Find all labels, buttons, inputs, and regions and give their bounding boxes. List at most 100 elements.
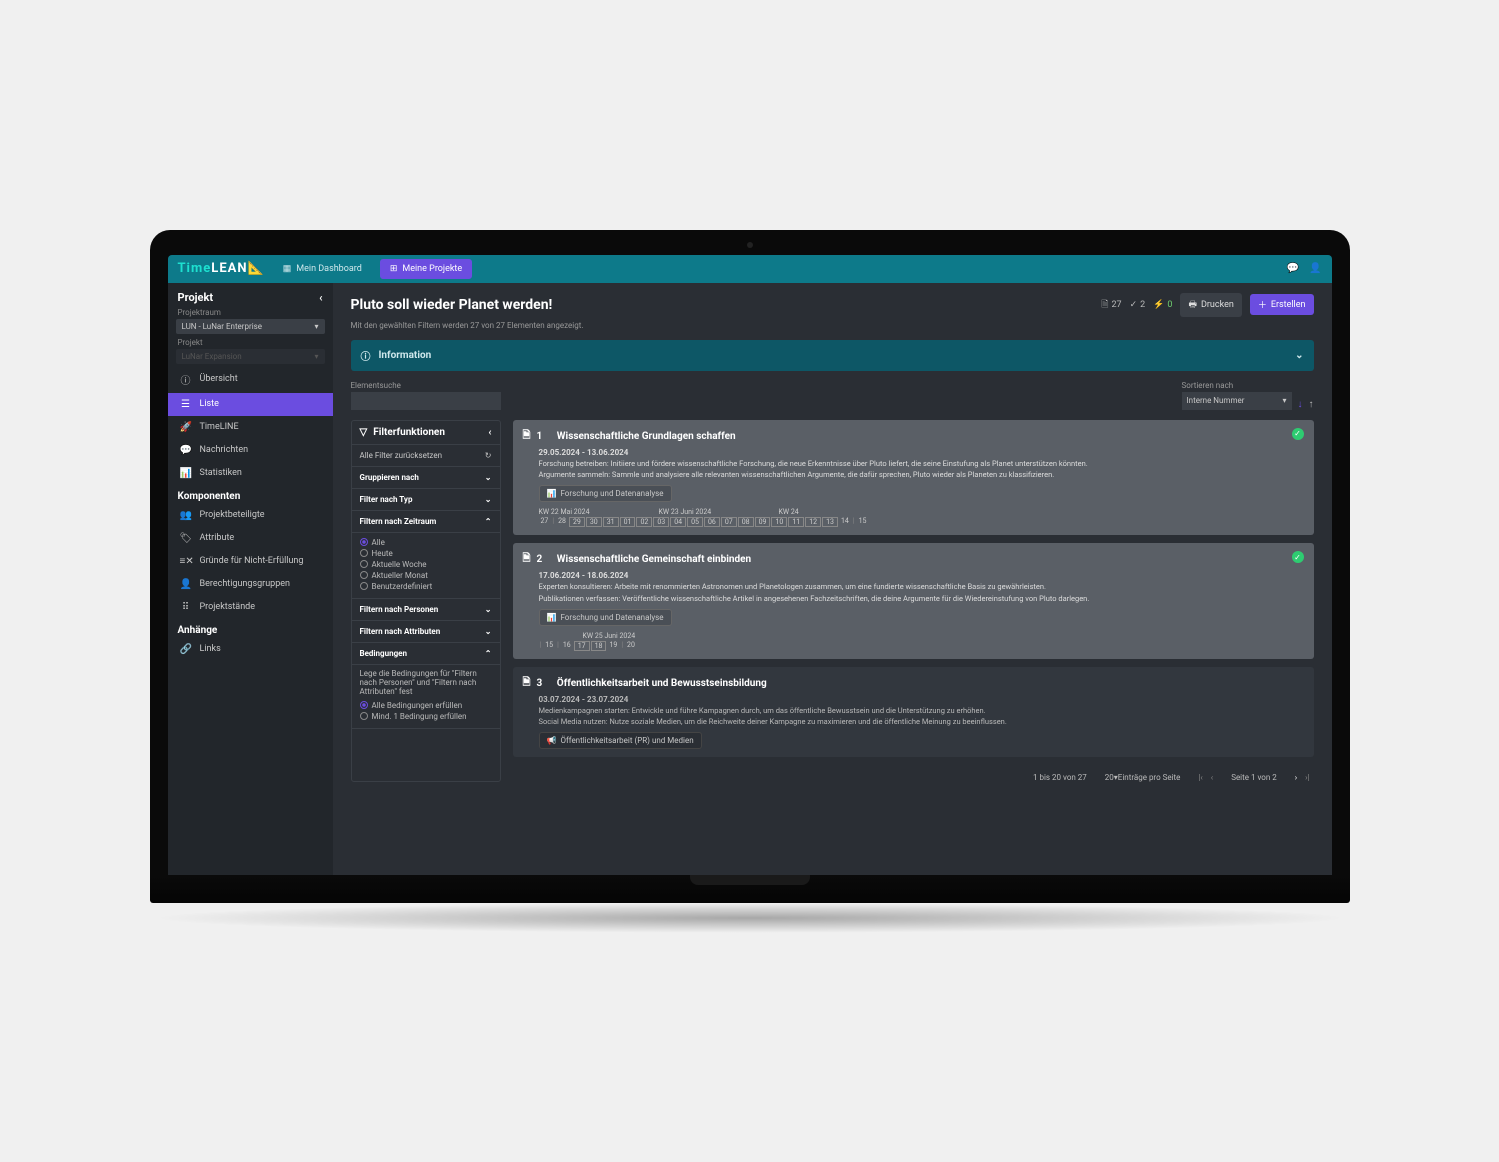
project-label: Projekt (168, 336, 333, 347)
list-item[interactable]: ✓ 🗎2 Wissenschaftliche Gemeinschaft einb… (513, 543, 1314, 659)
print-icon: 🖶 (1188, 297, 1197, 313)
sidebar-item-links[interactable]: 🔗Links (168, 638, 333, 661)
chart-icon: 📊 (547, 613, 557, 622)
filter-header: ▽ Filterfunktionen ‹ (352, 421, 500, 445)
project-select[interactable]: LuNar Expansion▾ (176, 349, 325, 364)
doc-icon: 🗎 (1101, 297, 1108, 313)
cancel-icon: ≡✕ (180, 556, 192, 567)
radio-month[interactable]: Aktueller Monat (360, 570, 492, 581)
sort-down-icon[interactable]: ↓ (1298, 399, 1303, 410)
list-item[interactable]: ✓ 🗎1 Wissenschaftliche Grundlagen schaff… (513, 420, 1314, 536)
doc-icon: 🗎 (523, 675, 531, 692)
sort-label: Sortieren nach (1182, 381, 1292, 390)
grid-icon: ⠿ (180, 602, 192, 613)
filter-groupby[interactable]: Gruppieren nach⌄ (352, 467, 500, 489)
category-tag: 📢Öffentlichkeitsarbeit (PR) und Medien (539, 732, 702, 749)
sidebar-item-reasons[interactable]: ≡✕Gründe für Nicht-Erfüllung (168, 550, 333, 573)
filter-panel: ▽ Filterfunktionen ‹ Alle Filter zurücks… (351, 420, 501, 783)
next-page-icon[interactable]: › (1295, 773, 1297, 782)
filter-type[interactable]: Filter nach Typ⌄ (352, 489, 500, 511)
item-list: ✓ 🗎1 Wissenschaftliche Grundlagen schaff… (513, 420, 1314, 783)
filter-person[interactable]: Filtern nach Personen⌄ (352, 599, 500, 621)
refresh-icon: ↻ (485, 451, 492, 460)
sidebar-header: Projekt ‹ (168, 289, 333, 306)
radio-today[interactable]: Heute (360, 548, 492, 559)
check-icon: ✓ (1130, 300, 1138, 310)
sidebar-item-participants[interactable]: 👥Projektbeteiligte (168, 504, 333, 527)
sort-select[interactable]: Interne Nummer▾ (1182, 392, 1292, 410)
search-input[interactable] (351, 392, 501, 410)
nav-projects[interactable]: ⊞ Meine Projekte (380, 259, 472, 279)
collapse-icon[interactable]: ‹ (488, 427, 491, 438)
timeline: KW 22 Mai 2024 KW 23 Juni 2024 KW 24 27|… (539, 508, 1304, 527)
chart-icon: 📊 (547, 489, 557, 498)
prev-page-icon[interactable]: ‹ (1211, 773, 1213, 782)
checks-counter: ✓2 (1130, 300, 1146, 310)
radio-week[interactable]: Aktuelle Woche (360, 559, 492, 570)
people-icon: 👥 (180, 510, 192, 521)
room-select[interactable]: LUN - LuNar Enterprise▾ (176, 319, 325, 334)
filter-icon: ▽ (360, 427, 368, 438)
sidebar-item-timeline[interactable]: 🚀TimeLINE (168, 416, 333, 439)
chevron-down-icon: ⌄ (485, 627, 492, 636)
filter-time[interactable]: Filtern nach Zeitraum⌃ (352, 511, 500, 533)
radio-all[interactable]: Alle (360, 537, 492, 548)
print-button[interactable]: 🖶Drucken (1180, 293, 1241, 317)
conditions-desc: Lege die Bedingungen für "Filtern nach P… (360, 669, 492, 696)
info-icon: ⓘ (180, 372, 192, 387)
radio-custom[interactable]: Benutzerdefiniert (360, 581, 492, 592)
card-desc: Social Media nutzen: Nutze soziale Medie… (539, 717, 1304, 727)
sidebar-item-attributes[interactable]: 🏷Attribute (168, 527, 333, 550)
card-date: 03.07.2024 - 23.07.2024 (539, 695, 1304, 704)
group-icon: 👤 (180, 579, 192, 590)
list-item[interactable]: 🗎3 Öffentlichkeitsarbeit und Bewusstsein… (513, 667, 1314, 758)
nav-dashboard-label: Mein Dashboard (296, 264, 362, 274)
dashboard-icon: ▦ (283, 264, 292, 274)
nav-dashboard[interactable]: ▦ Mein Dashboard (273, 259, 372, 279)
sidebar-item-messages[interactable]: 💬Nachrichten (168, 439, 333, 462)
pagination-page: Seite 1 von 2 (1231, 773, 1277, 782)
card-desc: Forschung betreiben: Initiiere und förde… (539, 459, 1304, 469)
radio-cond-all[interactable]: Alle Bedingungen erfüllen (360, 700, 492, 711)
category-tag: 📊Forschung und Datenanalyse (539, 485, 672, 502)
link-icon: 🔗 (180, 644, 192, 655)
user-icon[interactable]: 👤 (1309, 263, 1321, 274)
attachments-header: Anhänge (168, 619, 333, 638)
info-banner-label: Information (379, 350, 432, 361)
filter-attr[interactable]: Filtern nach Attributen⌄ (352, 621, 500, 643)
sidebar-item-overview[interactable]: ⓘÜbersicht (168, 366, 333, 393)
radio-cond-one[interactable]: Mind. 1 Bedingung erfüllen (360, 711, 492, 722)
last-page-icon[interactable]: ›| (1305, 773, 1309, 782)
doc-icon: 🗎 (523, 551, 531, 568)
pagination: 1 bis 20 von 27 20▾Einträge pro Seite |‹… (513, 765, 1314, 782)
timeline: KW 25 Juni 2024 |15|16 1718 19|20 (539, 632, 1304, 651)
filter-reset[interactable]: Alle Filter zurücksetzen↻ (352, 445, 500, 467)
chevron-down-icon: ▾ (314, 322, 318, 331)
card-date: 17.06.2024 - 18.06.2024 (539, 571, 1304, 580)
sidebar-item-stats[interactable]: 📊Statistiken (168, 462, 333, 485)
search-label: Elementsuche (351, 381, 501, 390)
category-tag: 📊Forschung und Datenanalyse (539, 609, 672, 626)
filter-conditions[interactable]: Bedingungen⌃ (352, 643, 500, 665)
chat-icon[interactable]: 💬 (1287, 263, 1299, 274)
info-banner[interactable]: ⓘ Information ⌄ (351, 340, 1314, 371)
collapse-icon[interactable]: ‹ (319, 291, 322, 304)
logo: TimeLEAN📐 (178, 261, 265, 276)
pagination-perpage[interactable]: 20▾Einträge pro Seite (1105, 773, 1181, 782)
sidebar-item-states[interactable]: ⠿Projektstände (168, 596, 333, 619)
topbar: TimeLEAN📐 ▦ Mein Dashboard ⊞ Meine Proje… (168, 255, 1332, 283)
chevron-down-icon: ⌄ (1295, 350, 1303, 361)
main-content: Pluto soll wieder Planet werden! 🗎27 ✓2 … (333, 283, 1332, 875)
nav-projects-label: Meine Projekte (402, 264, 462, 274)
sidebar-item-groups[interactable]: 👤Berechtigungsgruppen (168, 573, 333, 596)
app-window: TimeLEAN📐 ▦ Mein Dashboard ⊞ Meine Proje… (168, 255, 1332, 875)
chart-icon: 📊 (180, 468, 192, 479)
create-button[interactable]: ＋Erstellen (1250, 294, 1314, 315)
sidebar-item-list[interactable]: ☰Liste (168, 393, 333, 416)
chevron-down-icon: ⌄ (485, 495, 492, 504)
sort-up-icon[interactable]: ↑ (1309, 399, 1314, 410)
chevron-up-icon: ⌃ (485, 517, 492, 526)
bolts-counter: ⚡0 (1153, 300, 1172, 310)
first-page-icon[interactable]: |‹ (1198, 773, 1202, 782)
status-badge: ✓ (1292, 428, 1304, 440)
